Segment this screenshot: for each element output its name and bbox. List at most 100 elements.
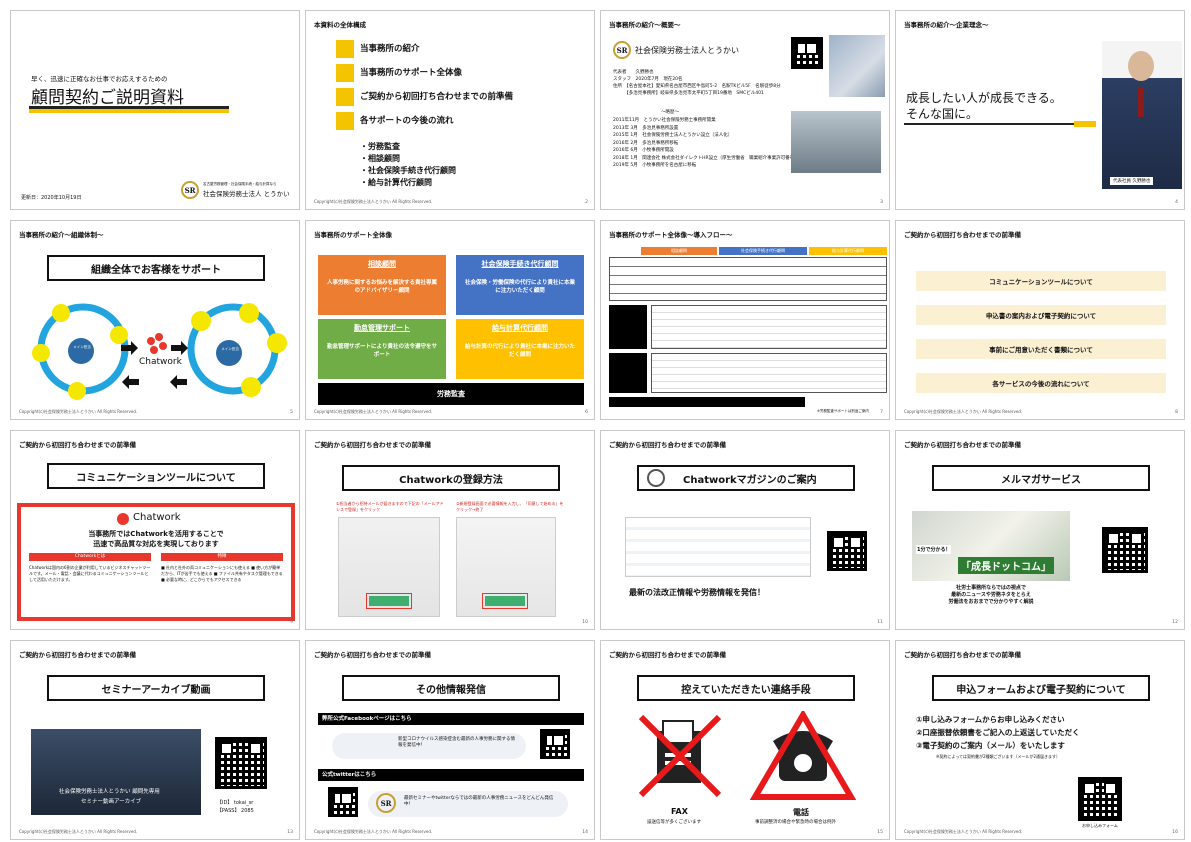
flow-col-payroll: 給与計算代行顧問 (809, 247, 887, 255)
seminar-video-thumbnail[interactable]: 社会保険労務士法人とうかい 顧問先専用 セミナー動画アーカイブ (31, 729, 201, 815)
qr-code[interactable] (1078, 777, 1122, 821)
right-node-3 (241, 377, 261, 397)
left-node-top (52, 304, 70, 322)
slide-9-chatwork[interactable]: ご契約から初回打ち合わせまでの前準備 コミュニケーションツールについて Chat… (10, 430, 300, 630)
support-cell-insurance: 社会保険手続き代行顧問 社会保険・労働保険の代行により貴社に本業に注力いただく顧… (456, 255, 584, 315)
cover-org: 社会保険労務士法人 とうかい (203, 190, 290, 198)
qr-code (791, 37, 823, 69)
qr-code (1102, 527, 1148, 573)
support-cell-payroll: 給与計算代行顧問 給与計算の代行により貴社に本業に注力いただく顧問 (456, 319, 584, 379)
slide-header: ご契約から初回打ち合わせまでの前準備 (904, 231, 1021, 239)
video-caption-1: 社会保険労務士法人とうかい 顧問先専用 (59, 789, 160, 795)
qr-code (215, 737, 267, 789)
ceo-tie (1138, 87, 1144, 117)
slide-12-newsletter[interactable]: ご契約から初回打ち合わせまでの前準備 メルマガサービス 1分で分かる！ 「成長ド… (895, 430, 1185, 630)
slide-header: 当事務所のサポート全体像～導入フロー～ (609, 231, 733, 239)
copyright: Copyright(c)社会保険労務士法人とうかい All Rights Res… (19, 829, 138, 834)
box-label: Chatworkマガジンのご案内 (683, 474, 817, 486)
ceo-head (1128, 51, 1154, 81)
page-number: 4 (1175, 200, 1178, 205)
screenshot-step-1 (338, 517, 440, 617)
slide-5-organization[interactable]: 当事務所の紹介～組織体制～ 組織全体でお客様をサポート Chatwork メイン… (10, 220, 300, 420)
section-title-box: 控えていただきたい連絡手段 (637, 675, 855, 701)
chatwork-lead-1: 当事務所ではChatworkを活用することで (88, 530, 224, 538)
slide-14-other-info[interactable]: ご契約から初回打ち合わせまでの前準備 その他情報発信 弊所公式Facebookペ… (305, 640, 595, 840)
tel-label: 電話 (793, 808, 809, 817)
cell-title: 給与計算代行顧問 (492, 324, 548, 332)
flow-footnote: ※労務監査サポートは別途ご案内 (817, 409, 869, 413)
magazine-lead: 最新の法改正情報や労務情報を発信！ (629, 588, 765, 597)
slide-3-overview[interactable]: 当事務所の紹介～概要～ SR 社会保険労務士法人とうかい 代表者 久野勝也 スタ… (600, 10, 890, 210)
chatwork-logo-icon (147, 333, 167, 354)
history-item: 2013年 3月 多治見事務所設置 (613, 125, 679, 131)
slide-10-registration[interactable]: ご契約から初回打ち合わせまでの前準備 Chatworkの登録方法 ①担当者から招… (305, 430, 595, 630)
slide-4-philosophy[interactable]: 当事務所の紹介～企業理念～ 成長したい人が成長できる。 そんな国に。 代表社員 … (895, 10, 1185, 210)
section-title-box: セミナーアーカイブ動画 (47, 675, 265, 701)
application-step: ①申し込みフォームからお申し込みください (916, 715, 1065, 724)
cell-body: 人事労務に関するお悩みを解決する貴社専属のアドバイザリー顧問 (326, 280, 437, 294)
agenda-subitem: ・社会保険手続き代行顧問 (360, 166, 456, 175)
newsletter-banner: 1分で分かる！ 「成長ドットコム」 (912, 511, 1070, 581)
slide-13-seminar[interactable]: ご契約から初回打ち合わせまでの前準備 セミナーアーカイブ動画 社会保険労務士法人… (10, 640, 300, 840)
left-center-label: メイン担当 (73, 345, 91, 349)
slide-7-flow[interactable]: 当事務所のサポート全体像～導入フロー～ 相談顧問 社会保険手続き代行顧問 給与計… (600, 220, 890, 420)
overview-row: 住所 【名古屋本社】愛知県名古屋市西区牛島町5-2 名駅TKビル5F 名駅徒歩8… (613, 84, 781, 89)
right-node-1 (239, 303, 259, 323)
audit-bar: 労務監査 (318, 383, 584, 405)
application-steps: ①申し込みフォームからお申し込みください ②口座振替依頼書をご記入の上返送してい… (916, 713, 1080, 752)
agenda-subitem: ・給与計算代行顧問 (360, 178, 432, 187)
slide-11-magazine[interactable]: ご契約から初回打ち合わせまでの前準備 Chatworkマガジンのご案内 最新の法… (600, 430, 890, 630)
copyright: Copyright(c)社会保険労務士法人とうかい All Rights Res… (904, 409, 1023, 414)
agree-button (482, 593, 528, 609)
chatwork-brand: Chatwork (139, 357, 182, 367)
history-title: ～略歴～ (661, 110, 679, 115)
qr-code (827, 531, 867, 571)
section-title-box: その他情報発信 (342, 675, 560, 701)
flow-grid-1 (651, 305, 887, 349)
slide-header: 本資料の全体構成 (314, 21, 366, 29)
left-center (68, 338, 94, 364)
facebook-text: 新型コロナウイルス感染症含む最新の人事労務に関する情報を発信中！ (398, 737, 515, 748)
caption-line: 労働法をおおまでで分かりやすく解説 (948, 599, 1034, 605)
fax-note: 誤送信等が多くございます (647, 820, 701, 825)
org-name: 社会保険労務士法人とうかい (635, 46, 739, 55)
history-item: 2019年 5月 小牧事務所を名古屋に移転 (613, 163, 697, 168)
cell-body: 社会保険・労働保険の代行により貴社に本業に注力いただく顧問 (465, 280, 575, 294)
slide-1-cover[interactable]: 早く、迅速に正確なお仕事でお応えするための 顧問契約ご説明資料 更新日：2020… (10, 10, 300, 210)
page-number: 13 (287, 830, 293, 835)
caption-line: 最新のニュースや労務ネタをとらえ (951, 592, 1031, 598)
slide-6-support-overview[interactable]: 当事務所のサポート全体像 相談顧問 人事労務に関するお悩みを解決する貴社専属のア… (305, 220, 595, 420)
slide-header: ご契約から初回打ち合わせまでの前準備 (609, 651, 726, 659)
chatwork-brand: Chatwork (133, 512, 181, 523)
cover-org-small: 名古屋労務管理・社会保険手続・給与計算なら (203, 182, 277, 186)
tel-note: 事前調整済の場合や緊急時の場合は例外 (755, 820, 836, 825)
step-2-text: ②新規登録画面で必要情報を入力し、「同意して始める」をクリック→終了 (456, 501, 564, 512)
cell-body: 給与計算の代行により貴社に本業に注力いただく顧問 (465, 344, 575, 358)
left-node-left (32, 344, 50, 362)
slide-16-application[interactable]: ご契約から初回打ち合わせまでの前準備 申込フォームおよび電子契約について ①申し… (895, 640, 1185, 840)
right-node-4 (191, 311, 211, 331)
section-title-box: 組織全体でお客様をサポート (47, 255, 265, 281)
org-diagram (32, 303, 287, 400)
cover-date: 更新日：2020年10月19日 (21, 195, 82, 201)
copyright: Copyright(c)社会保険労務士法人とうかい All Rights Res… (904, 829, 1023, 834)
slide-15-avoid-contact[interactable]: ご契約から初回打ち合わせまでの前準備 控えていただきたい連絡手段 FAX 誤送信… (600, 640, 890, 840)
chatwork-right-body: ■ 社内と社外の両コミュニケーションにも使える ■ 使い方が簡単だから、ITが苦… (161, 565, 283, 582)
slide-8-prep-agenda[interactable]: ご契約から初回打ち合わせまでの前準備 コミュニケーションツールについて 申込書の… (895, 220, 1185, 420)
staff-photo (791, 111, 881, 173)
section-title-box: Chatworkマガジンのご案内 (637, 465, 855, 491)
application-note: ※契約によっては契約書が2種類ございます（メールが2通届きます） (936, 754, 1061, 759)
copyright: Copyright(c)社会保険労務士法人とうかい All Rights Res… (314, 409, 433, 414)
agenda-subitem: ・労務監査 (360, 142, 400, 151)
register-button (366, 593, 412, 609)
prep-item: コミュニケーションツールについて (916, 271, 1166, 291)
flow-block-1 (609, 305, 647, 349)
cell-body: 勤怠管理サポートにより貴社の法令遵守をサポート (327, 344, 437, 358)
history-item: 2016年 6月 小牧事務所開設 (613, 148, 674, 153)
slide-header: ご契約から初回打ち合わせまでの前準備 (904, 651, 1021, 659)
flow-col-consult: 相談顧問 (641, 247, 717, 255)
cell-title: 勤怠管理サポート (354, 324, 410, 332)
page-number: 11 (877, 620, 883, 625)
prep-item: 申込書の案内および電子契約について (916, 305, 1166, 325)
slide-2-agenda[interactable]: 本資料の全体構成 当事務所の紹介 当事務所のサポート全体像 ご契約から初回打ち合… (305, 10, 595, 210)
